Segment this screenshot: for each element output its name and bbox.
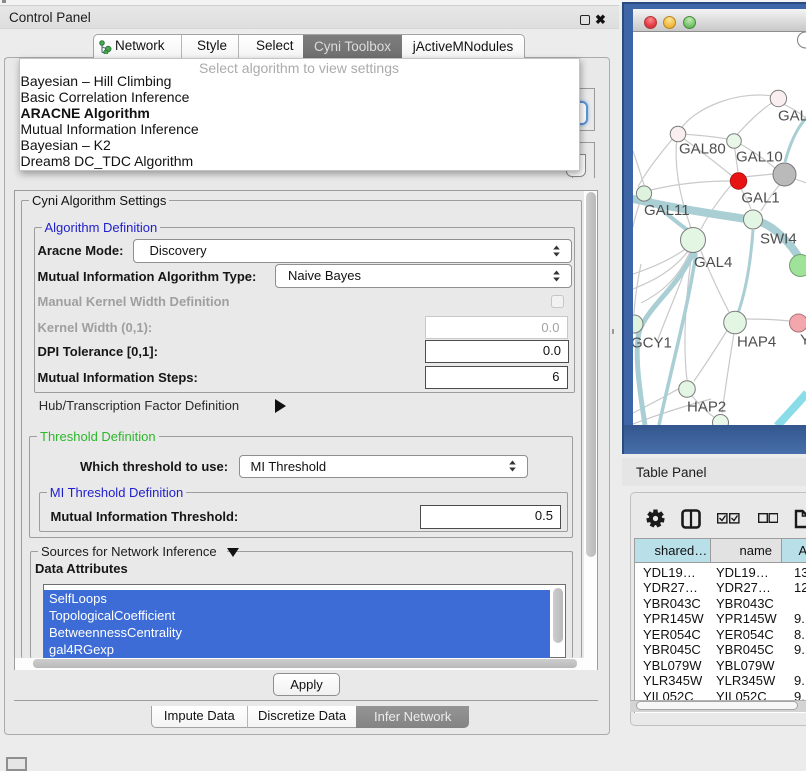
svg-text:SWI4: SWI4 — [760, 231, 797, 248]
svg-text:GCY1: GCY1 — [633, 335, 672, 352]
svg-text:HAP4: HAP4 — [737, 334, 776, 351]
svg-text:GAL1: GAL1 — [741, 190, 779, 207]
svg-text:HAP2: HAP2 — [687, 399, 726, 416]
svg-text:GAL10: GAL10 — [736, 149, 783, 166]
svg-text:GAL4: GAL4 — [694, 254, 732, 271]
svg-text:Y: Y — [800, 332, 806, 349]
svg-text:GAL80: GAL80 — [679, 141, 726, 158]
svg-text:GAL11: GAL11 — [644, 202, 690, 219]
svg-text:GAL2: GAL2 — [778, 108, 806, 125]
